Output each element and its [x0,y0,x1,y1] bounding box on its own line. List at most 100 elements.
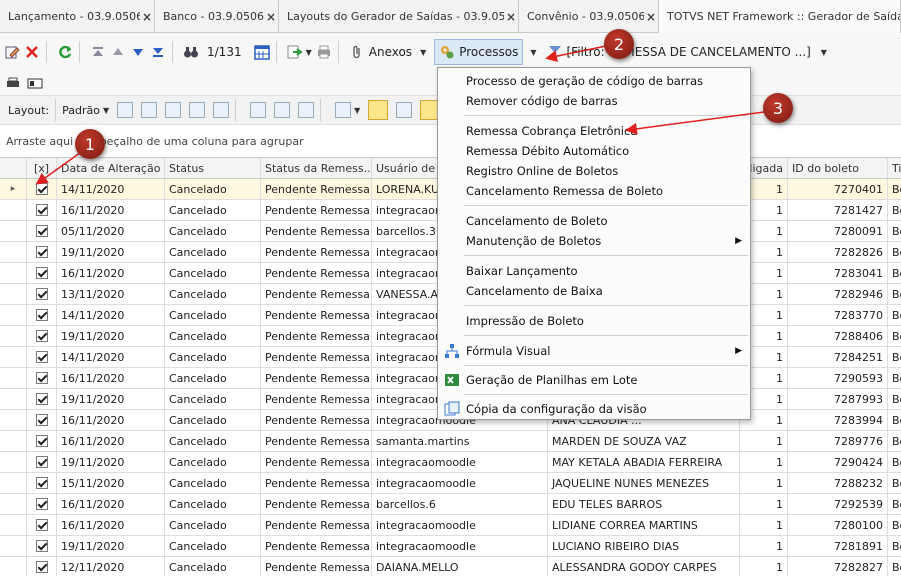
table-row[interactable]: 19/11/2020 Cancelado Pendente Remessa integ… [0,536,901,557]
menu-item-cancelamento-boleto[interactable]: Cancelamento de Boleto [438,211,750,231]
layout-list-icon[interactable] [165,102,182,118]
chevron-down-icon[interactable]: ▼ [821,48,827,57]
row-checkbox[interactable] [35,519,48,531]
row-indicator[interactable] [0,410,27,430]
menu-item-remover-codigo-barras[interactable]: Remover código de barras [438,91,750,111]
row-indicator[interactable] [0,284,27,304]
row-checkbox[interactable] [35,183,48,195]
processos-button[interactable]: Processos [434,39,524,65]
layout-copy-icon[interactable] [141,102,158,118]
row-indicator[interactable] [0,494,27,514]
column-header-data-alteracao[interactable]: Data de Alteração [57,158,165,178]
row-indicator[interactable]: ▸ [0,179,27,199]
row-indicator[interactable] [0,431,27,451]
menu-item-geracao-codigo-barras[interactable]: Processo de geração de código de barras [438,71,750,91]
table-row[interactable]: 19/11/2020 Cancelado Pendente Remessa integ… [0,452,901,473]
menu-item-impressao-boleto[interactable]: Impressão de Boleto [438,311,750,331]
row-indicator[interactable] [0,368,27,388]
close-icon[interactable]: × [644,10,658,24]
layout-sum-icon[interactable] [274,102,291,118]
close-icon[interactable]: × [504,10,518,24]
card-icon[interactable] [27,75,43,91]
search-button[interactable] [183,41,199,63]
table-row[interactable]: 16/11/2020 Cancelado Pendente Remessa barce… [0,494,901,515]
row-indicator[interactable] [0,305,27,325]
layout-export-icon[interactable] [213,102,230,118]
menu-item-formula-visual[interactable]: Fórmula Visual ▶ [438,341,750,361]
column-header-select[interactable]: [x] [27,158,57,178]
chart-icon[interactable] [335,102,352,118]
menu-item-remessa-debito-automatico[interactable]: Remessa Débito Automático [438,141,750,161]
layout-grid-toggle-icon[interactable] [368,100,389,120]
menu-item-registro-online-boletos[interactable]: Registro Online de Boletos [438,161,750,181]
menu-item-manutencao-boletos[interactable]: Manutenção de Boletos ▶ [438,231,750,251]
layout-columns-icon[interactable] [250,102,267,118]
row-indicator[interactable] [0,452,27,472]
tab-convenio[interactable]: Convênio - 03.9.0506 × [519,0,659,33]
layout-save-icon[interactable] [189,102,206,118]
close-icon[interactable]: × [140,10,154,24]
row-indicator[interactable] [0,242,27,262]
row-checkbox[interactable] [35,288,48,300]
row-checkbox[interactable] [35,351,48,363]
layout-new-icon[interactable] [117,102,134,118]
last-record-button[interactable] [150,41,166,63]
menu-item-baixar-lancamento[interactable]: Baixar Lançamento [438,261,750,281]
menu-item-geracao-planilhas[interactable]: Geração de Planilhas em Lote [438,370,750,390]
row-checkbox[interactable] [35,477,48,489]
processos-dropdown[interactable]: ▼ [527,41,536,63]
column-header-id-boleto[interactable]: ID do boleto [788,158,888,178]
table-row[interactable]: 16/11/2020 Cancelado Pendente Remessa saman… [0,431,901,452]
previous-record-button[interactable] [110,41,126,63]
row-indicator[interactable] [0,200,27,220]
table-row[interactable]: 15/11/2020 Cancelado Pendente Remessa integ… [0,473,901,494]
row-checkbox[interactable] [35,456,48,468]
row-checkbox[interactable] [35,561,48,573]
menu-item-remessa-cobranca-eletronica[interactable]: Remessa Cobrança Eletrônica [438,121,750,141]
row-checkbox[interactable] [35,498,48,510]
table-row[interactable]: 12/11/2020 Cancelado Pendente Remessa DAIAN… [0,557,901,576]
row-checkbox[interactable] [35,267,48,279]
printer-icon[interactable] [5,75,21,91]
column-header-tipo[interactable]: Ti [888,158,901,178]
chevron-down-icon[interactable]: ▼ [306,48,312,57]
row-checkbox[interactable] [35,540,48,552]
layout-filter-icon[interactable] [298,102,315,118]
chevron-down-icon[interactable]: ▼ [420,48,426,57]
calendar-view-button[interactable] [253,41,270,63]
menu-item-cancelamento-remessa-boleto[interactable]: Cancelamento Remessa de Boleto [438,181,750,201]
export-button[interactable]: ▼ [287,41,312,63]
column-header-status-remessa[interactable]: Status da Remess...▲ [261,158,372,178]
column-header-status[interactable]: Status [165,158,261,178]
first-record-button[interactable] [90,41,106,63]
delete-button[interactable] [24,41,40,63]
row-indicator[interactable] [0,221,27,241]
row-checkbox[interactable] [35,204,48,216]
row-checkbox[interactable] [35,435,48,447]
row-indicator[interactable] [0,347,27,367]
edit-button[interactable] [4,41,20,63]
row-checkbox[interactable] [35,414,48,426]
row-checkbox[interactable] [35,246,48,258]
filter-button[interactable]: [Filtro: REMESSA DE CANCELAMENTO ...] ▼ [547,41,827,63]
row-indicator[interactable] [0,263,27,283]
row-checkbox[interactable] [35,330,48,342]
row-indicator[interactable] [0,473,27,493]
tab-banco[interactable]: Banco - 03.9.0506 × [155,0,279,33]
row-indicator[interactable] [0,389,27,409]
tab-gerador-saidas[interactable]: TOTVS NET Framework :: Gerador de Saídas [659,0,901,33]
menu-item-copia-configuracao[interactable]: Cópia da configuração da visão [438,399,750,419]
next-record-button[interactable] [130,41,146,63]
print-button[interactable] [316,41,332,63]
row-indicator[interactable] [0,326,27,346]
menu-item-cancelamento-baixa[interactable]: Cancelamento de Baixa [438,281,750,301]
tab-lancamento[interactable]: Lançamento - 03.9.0506 × [0,0,155,33]
tab-layouts[interactable]: Layouts do Gerador de Saídas - 03.9.0507… [279,0,519,33]
row-indicator[interactable] [0,557,27,576]
row-checkbox[interactable] [35,225,48,237]
table-row[interactable]: 16/11/2020 Cancelado Pendente Remessa integ… [0,515,901,536]
close-icon[interactable]: × [264,10,278,24]
anexos-button[interactable]: Anexos ▼ [349,41,426,63]
chevron-down-icon[interactable]: ▼ [354,106,360,115]
row-indicator[interactable] [0,515,27,535]
